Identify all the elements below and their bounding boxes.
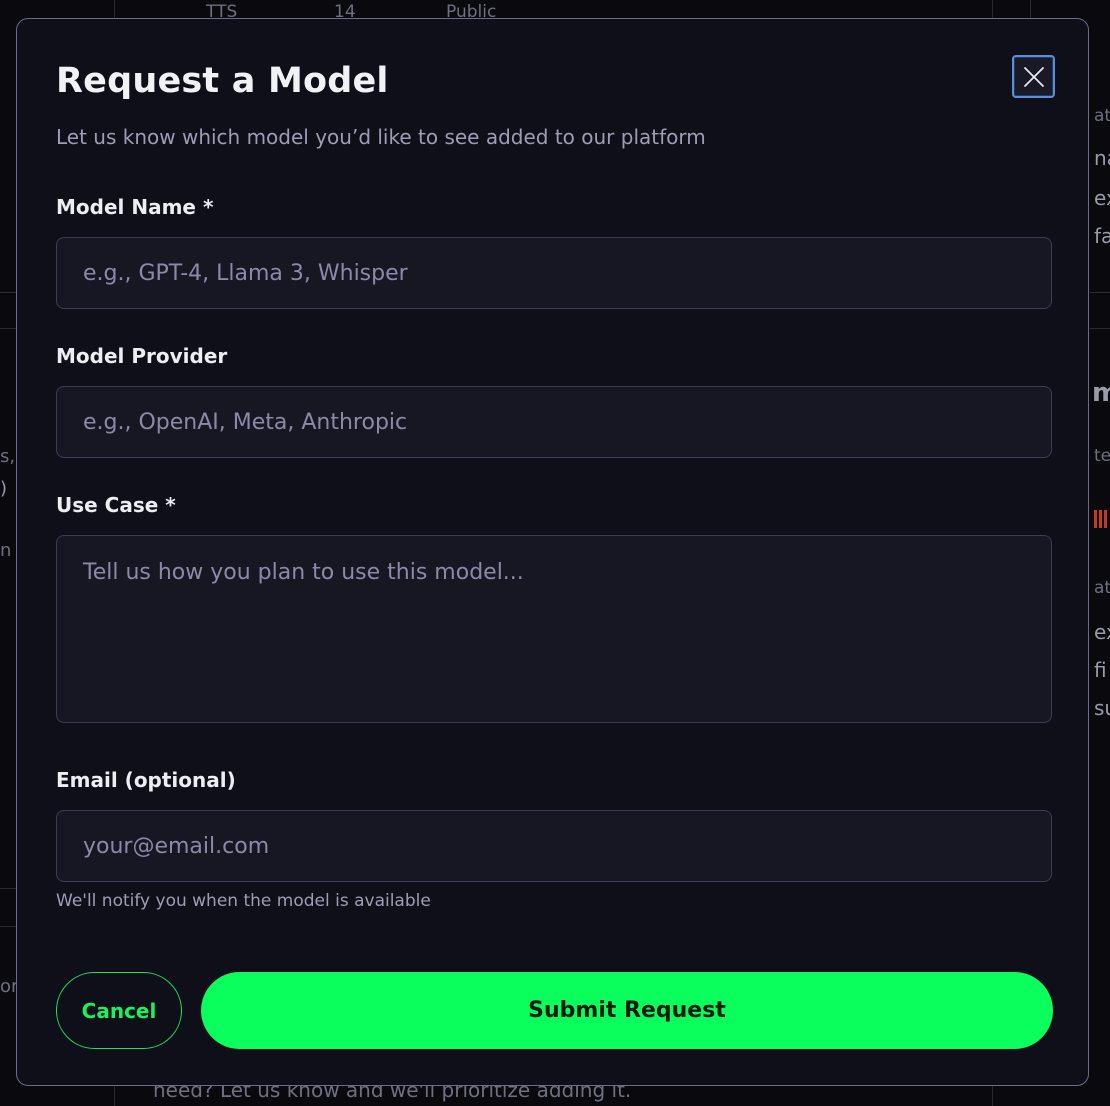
bg-fragment: ex <box>1094 620 1110 644</box>
bg-fragment: at <box>1094 106 1110 126</box>
modal-title: Request a Model <box>56 61 389 101</box>
bg-divider <box>1090 292 1110 293</box>
bg-divider <box>0 328 16 329</box>
bg-fragment: su <box>1094 696 1110 720</box>
model-name-input[interactable] <box>56 237 1052 309</box>
bg-divider <box>0 292 16 293</box>
model-provider-input[interactable] <box>56 386 1052 458</box>
model-provider-label: Model Provider <box>56 344 228 368</box>
model-name-label: Model Name * <box>56 195 214 219</box>
bg-divider <box>992 0 993 18</box>
bg-divider <box>114 0 115 18</box>
bg-divider <box>0 888 16 889</box>
close-button[interactable] <box>1012 55 1055 98</box>
bg-divider <box>1030 0 1031 18</box>
email-label: Email (optional) <box>56 768 236 792</box>
bg-fragment: at <box>1094 578 1110 598</box>
bg-fragment: ex <box>1094 186 1110 210</box>
bg-divider <box>114 1086 115 1106</box>
modal-subtitle: Let us know which model you’d like to se… <box>56 125 706 149</box>
email-input[interactable] <box>56 810 1052 882</box>
bg-divider <box>0 926 16 927</box>
bg-fragment: te <box>1094 446 1110 466</box>
bg-fragment: s, <box>0 446 16 467</box>
bg-fragment: n <box>0 540 12 561</box>
bg-divider <box>1090 328 1110 329</box>
submit-request-button[interactable]: Submit Request <box>201 972 1053 1049</box>
close-icon <box>1023 66 1044 87</box>
bg-fragment: fi <box>1094 658 1107 682</box>
bg-fragment: fa <box>1094 224 1110 248</box>
request-model-modal: Request a Model Let us know which model … <box>16 18 1089 1086</box>
bg-fragment: m <box>1092 378 1110 408</box>
bg-divider <box>992 1086 993 1106</box>
bg-fragment: ) <box>0 478 8 499</box>
bg-red-mark <box>1094 510 1108 528</box>
cancel-button[interactable]: Cancel <box>56 972 182 1049</box>
use-case-label: Use Case * <box>56 493 176 517</box>
use-case-textarea[interactable] <box>56 535 1052 723</box>
email-hint: We'll notify you when the model is avail… <box>56 891 431 911</box>
bg-fragment: na <box>1094 146 1110 170</box>
